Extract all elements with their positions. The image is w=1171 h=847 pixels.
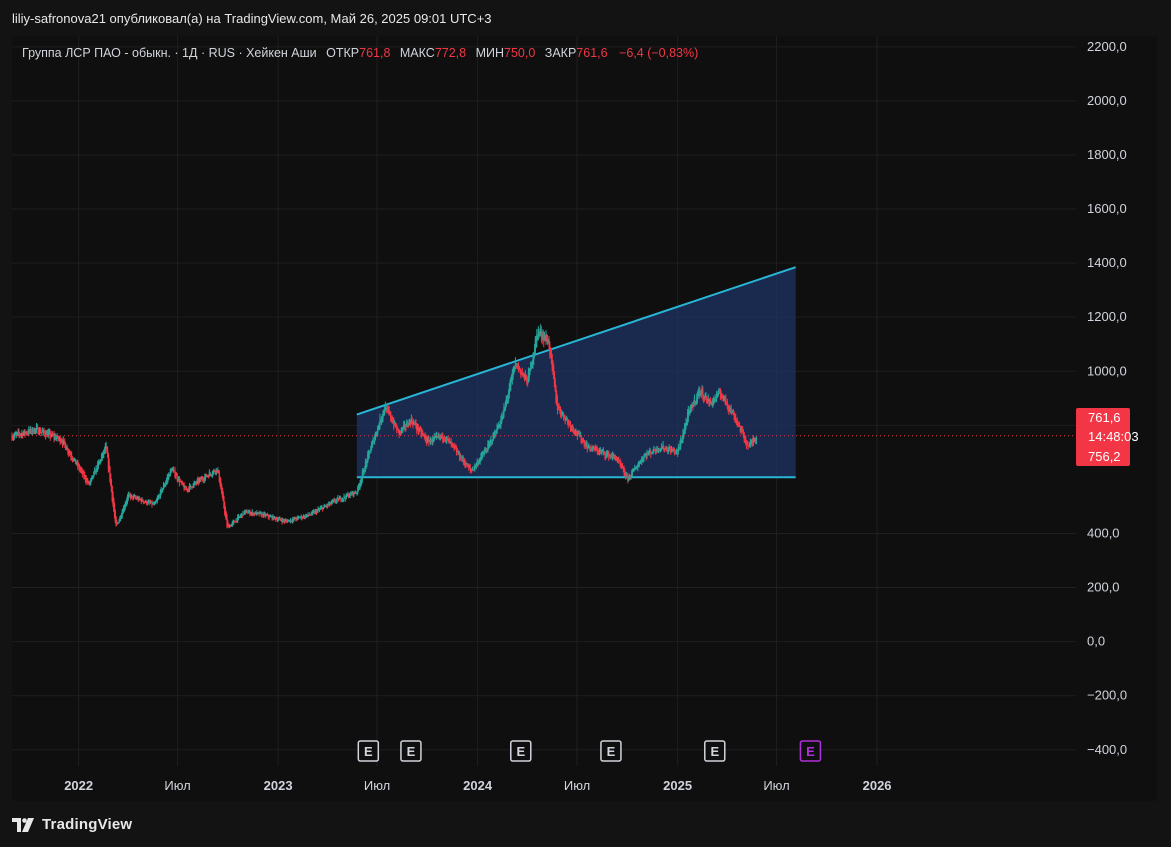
earnings-markers: EEEEEE (357, 740, 822, 762)
y-tick-label: 1400,0 (1087, 255, 1127, 270)
earnings-label: E (607, 744, 616, 759)
close-label: ЗАКР (544, 46, 577, 60)
brand-name: TradingView (42, 816, 133, 833)
earnings-label: E (407, 744, 416, 759)
wedge-fill (356, 267, 796, 478)
x-axis: 2022 Июл 2023 Июл 2024 Июл 2025 Июл 2026 (64, 778, 891, 793)
price-chart[interactable]: −400,0−200,00,0200,0400,0800,01000,01200… (0, 0, 1171, 847)
symbol-legend: Группа ЛСР ПАО - обыкн. · 1Д · RUS · Хей… (22, 46, 698, 60)
earnings-marker: E (357, 740, 380, 762)
footer: TradingView (12, 816, 132, 833)
y-tick-label: −200,0 (1087, 688, 1127, 703)
last-price-tag: 761,6 (1088, 410, 1121, 425)
level-price-tag: 756,2 (1088, 449, 1121, 464)
earnings-label: E (516, 744, 525, 759)
x-tick-label: Июл (364, 778, 390, 793)
y-tick-label: 200,0 (1087, 580, 1120, 595)
countdown-tag: 14:48:03 (1088, 429, 1139, 444)
y-axis: −400,0−200,00,0200,0400,0800,01000,01200… (1087, 39, 1127, 757)
x-tick-label: 2024 (463, 778, 493, 793)
x-tick-label: Июл (763, 778, 789, 793)
x-tick-label: 2025 (663, 778, 692, 793)
x-tick-label: Июл (564, 778, 590, 793)
earnings-label: E (806, 744, 815, 759)
x-tick-label: Июл (164, 778, 190, 793)
low-label: МИН (475, 46, 505, 60)
change-value: −6,4 (−0,83%) (619, 46, 699, 60)
earnings-marker: E (704, 740, 726, 762)
wedge-pattern (356, 266, 796, 479)
earnings-marker: E (510, 740, 532, 762)
symbol-name: Группа ЛСР ПАО - обыкн. · 1Д · RUS · Хей… (22, 46, 317, 60)
x-tick-label: 2026 (863, 778, 892, 793)
x-tick-label: 2022 (64, 778, 93, 793)
low-value: 750,0 (504, 46, 536, 60)
x-tick-label: 2023 (264, 778, 293, 793)
earnings-marker: E (400, 740, 422, 762)
y-tick-label: 1800,0 (1087, 147, 1127, 162)
y-tick-label: 400,0 (1087, 525, 1120, 540)
open-label: ОТКР (326, 46, 360, 60)
earnings-label: E (710, 744, 719, 759)
price-tags: 761,6 14:48:03 756,2 (1076, 408, 1139, 466)
y-tick-label: −400,0 (1087, 742, 1127, 757)
y-tick-label: 0,0 (1087, 634, 1105, 649)
earnings-upcoming-marker: E (799, 740, 822, 762)
candle-body (755, 437, 758, 441)
y-tick-label: 1200,0 (1087, 309, 1127, 324)
high-label: МАКС (399, 46, 435, 60)
y-tick-label: 2000,0 (1087, 93, 1127, 108)
y-tick-label: 1000,0 (1087, 363, 1127, 378)
y-tick-label: 2200,0 (1087, 39, 1127, 54)
y-tick-label: 1600,0 (1087, 201, 1127, 216)
earnings-marker: E (600, 740, 622, 762)
open-value: 761,8 (359, 46, 391, 60)
tradingview-logo-icon (12, 817, 34, 832)
high-value: 772,8 (434, 46, 467, 60)
close-value: 761,6 (576, 46, 608, 60)
earnings-label: E (364, 744, 373, 759)
